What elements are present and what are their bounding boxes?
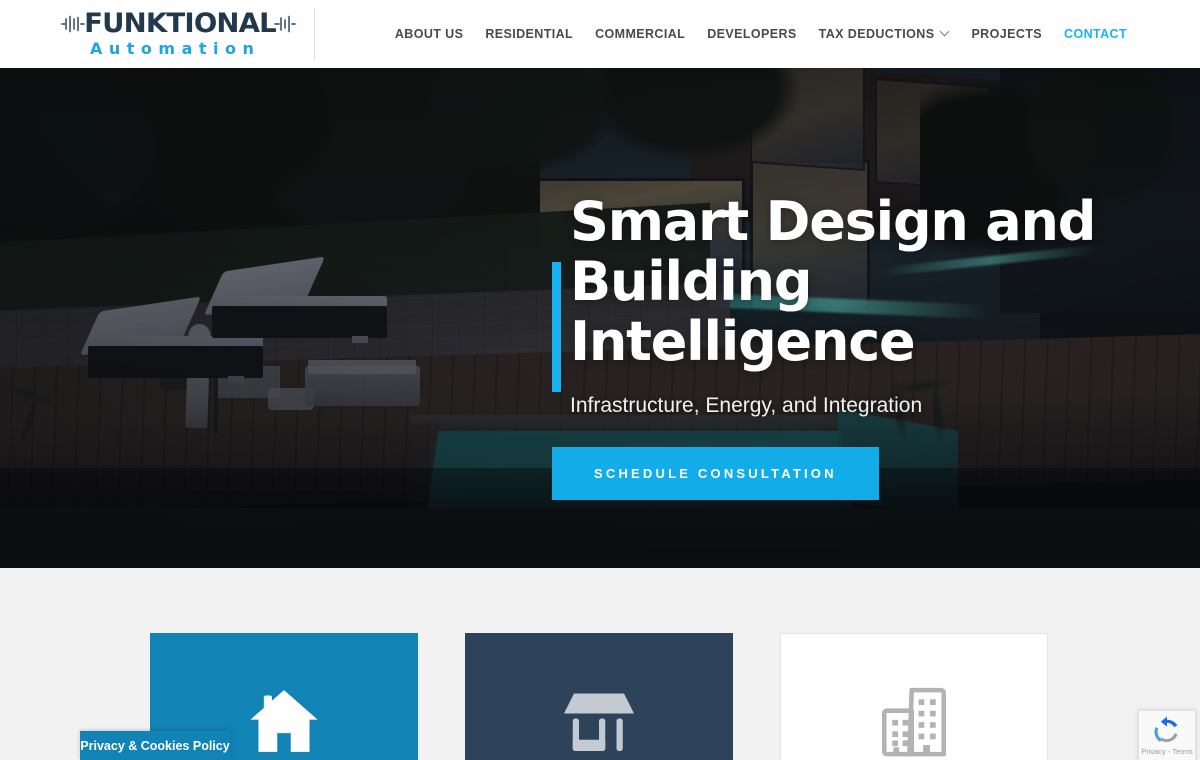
recaptcha-label: Privacy - Terms bbox=[1141, 747, 1193, 756]
nav-label: TAX DEDUCTIONS bbox=[818, 27, 935, 41]
nav-item-about-us[interactable]: ABOUT US bbox=[384, 27, 474, 41]
office-building-icon bbox=[877, 681, 951, 760]
nav-label: RESIDENTIAL bbox=[485, 27, 574, 41]
logo-primary-row: FUNKTIONAL bbox=[60, 10, 300, 38]
service-card-developers[interactable] bbox=[780, 633, 1048, 760]
recaptcha-badge[interactable]: Privacy - Terms bbox=[1138, 710, 1196, 760]
logo-text-secondary: Automation bbox=[90, 38, 261, 58]
services-card-row bbox=[150, 633, 1048, 760]
storefront-icon bbox=[559, 681, 639, 760]
nav-label: PROJECTS bbox=[971, 27, 1043, 41]
hero-heading-line-1: Smart Design and bbox=[570, 190, 1096, 253]
nav-item-contact[interactable]: CONTACT bbox=[1053, 27, 1138, 41]
chevron-down-icon bbox=[941, 28, 949, 36]
nav-item-developers[interactable]: DEVELOPERS bbox=[696, 27, 807, 41]
nav-label: COMMERCIAL bbox=[595, 27, 686, 41]
service-card-commercial[interactable] bbox=[465, 633, 733, 760]
nav-item-commercial[interactable]: COMMERCIAL bbox=[584, 27, 696, 41]
audio-wave-icon-right bbox=[274, 15, 296, 33]
house-icon bbox=[241, 678, 327, 760]
hero-heading: Smart Design and Building Intelligence bbox=[570, 192, 1172, 372]
schedule-consultation-button[interactable]: SCHEDULE CONSULTATION bbox=[552, 447, 879, 500]
cookie-policy-label: Privacy & Cookies Policy bbox=[80, 738, 230, 753]
nav-item-tax-deductions[interactable]: TAX DEDUCTIONS bbox=[808, 27, 961, 41]
site-header: FUNKTIONAL Automation ABOUT US RESIDENTI… bbox=[0, 0, 1200, 68]
hero-accent-bar bbox=[552, 262, 561, 392]
nav-item-projects[interactable]: PROJECTS bbox=[960, 27, 1053, 41]
hero-subheading: Infrastructure, Energy, and Integration bbox=[570, 394, 923, 417]
hero-heading-line-2: Building Intelligence bbox=[570, 250, 916, 373]
cookie-policy-banner[interactable]: Privacy & Cookies Policy bbox=[80, 731, 230, 760]
audio-wave-icon-left bbox=[60, 15, 86, 33]
hero-section: Smart Design and Building Intelligence I… bbox=[0, 68, 1200, 568]
nav-label: ABOUT US bbox=[394, 27, 464, 41]
hero-content: Smart Design and Building Intelligence I… bbox=[552, 192, 1172, 500]
site-logo[interactable]: FUNKTIONAL Automation bbox=[60, 8, 315, 60]
main-navigation: ABOUT US RESIDENTIAL COMMERCIAL DEVELOPE… bbox=[384, 0, 1138, 68]
nav-label: CONTACT bbox=[1064, 27, 1127, 41]
recaptcha-icon bbox=[1152, 716, 1182, 746]
nav-item-residential[interactable]: RESIDENTIAL bbox=[474, 27, 584, 41]
page-root: FUNKTIONAL Automation ABOUT US RESIDENTI… bbox=[0, 0, 1200, 760]
logo-text-primary: FUNKTIONAL bbox=[84, 8, 277, 39]
nav-label: DEVELOPERS bbox=[707, 27, 797, 41]
